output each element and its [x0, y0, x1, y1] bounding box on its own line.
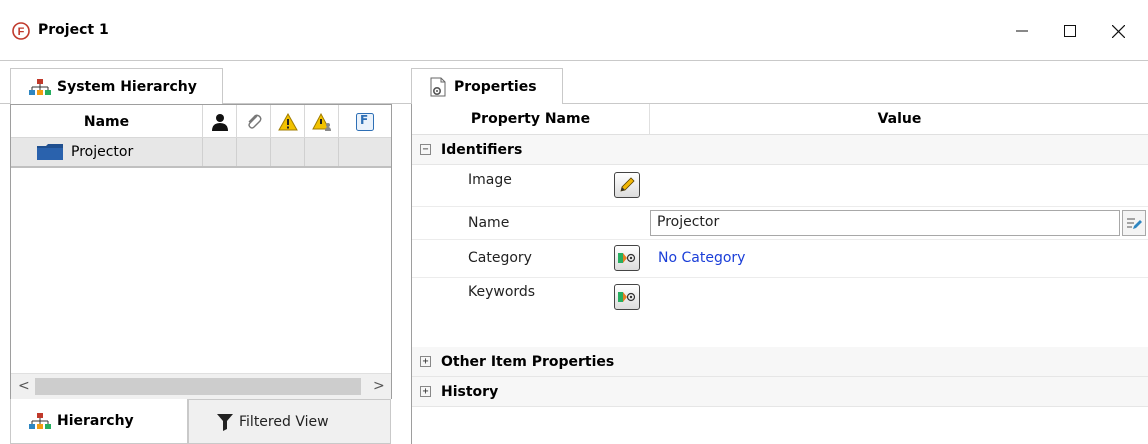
properties-icon — [430, 77, 446, 97]
property-row-category: Category No Category — [412, 240, 1148, 278]
name-edit-button[interactable] — [1122, 210, 1146, 236]
tab-hierarchy[interactable]: Hierarchy — [10, 399, 188, 444]
tab-filtered-view[interactable]: Filtered View — [188, 399, 391, 444]
tab-system-hierarchy[interactable]: System Hierarchy — [10, 68, 223, 105]
table-row[interactable]: Projector — [11, 138, 391, 168]
right-tabstrip: Properties — [398, 61, 1148, 105]
f-icon-letter: F — [360, 113, 369, 127]
column-header-person[interactable] — [203, 105, 237, 138]
maximize-button[interactable] — [1050, 16, 1090, 46]
name-field[interactable]: Projector — [650, 210, 1120, 236]
left-tabstrip: System Hierarchy — [0, 61, 398, 105]
expand-icon[interactable]: + — [420, 356, 431, 367]
filter-icon — [217, 413, 233, 431]
hierarchy-icon — [29, 413, 51, 429]
property-row-image: Image — [412, 165, 1148, 207]
close-button[interactable] — [1098, 16, 1138, 46]
group-history-label: History — [441, 383, 499, 400]
scrollbar-thumb[interactable] — [35, 378, 361, 395]
edit-image-button[interactable] — [614, 172, 640, 198]
column-header-warning[interactable] — [271, 105, 305, 138]
expand-icon[interactable]: + — [420, 386, 431, 397]
category-link[interactable]: No Category — [658, 250, 745, 266]
column-header-property-name[interactable]: Property Name — [412, 104, 650, 135]
tag-selector-icon — [618, 292, 636, 302]
title-bar: F Project 1 — [0, 0, 1148, 61]
property-label-keywords: Keywords — [468, 284, 536, 300]
group-identifiers[interactable]: − Identifiers — [412, 135, 1148, 165]
tab-filtered-view-label: Filtered View — [239, 413, 329, 430]
tab-hierarchy-label: Hierarchy — [57, 413, 134, 429]
properties-grid: Property Name Value − Identifiers Image … — [411, 104, 1148, 444]
tab-properties-label: Properties — [454, 79, 537, 95]
pencil-icon — [620, 177, 635, 192]
group-identifiers-label: Identifiers — [441, 141, 523, 158]
minimize-icon — [1016, 30, 1028, 32]
scroll-right-arrow[interactable]: > — [373, 378, 385, 394]
row-cell — [305, 138, 339, 166]
column-header-value[interactable]: Value — [650, 104, 1148, 135]
tab-system-hierarchy-label: System Hierarchy — [57, 79, 197, 95]
maximize-icon — [1064, 25, 1076, 37]
row-cell — [237, 138, 271, 166]
column-header-attachment[interactable] — [237, 105, 271, 138]
paperclip-icon — [247, 114, 261, 129]
property-label-category: Category — [468, 250, 532, 266]
window-title: Project 1 — [38, 22, 109, 38]
hierarchy-icon — [29, 79, 51, 95]
keywords-select-button[interactable] — [614, 284, 640, 310]
column-header-name[interactable]: Name — [11, 105, 203, 138]
group-other-item-properties[interactable]: + Other Item Properties — [412, 347, 1148, 377]
close-icon — [1111, 24, 1125, 38]
grid-header: Name F — [11, 105, 391, 138]
folder-icon — [37, 144, 63, 160]
bottom-tabs: Hierarchy Filtered View — [10, 399, 392, 444]
collapse-icon[interactable]: − — [420, 144, 431, 155]
minimize-button[interactable] — [1002, 16, 1042, 46]
warning-icon — [277, 112, 298, 130]
hierarchy-grid: Name F Projector < > — [10, 104, 392, 399]
property-label-image: Image — [468, 172, 512, 188]
horizontal-scrollbar[interactable]: < > — [11, 373, 391, 399]
app-logo-icon: F — [12, 22, 30, 40]
svg-text:F: F — [18, 26, 25, 38]
group-other-label: Other Item Properties — [441, 353, 615, 370]
tag-selector-icon — [618, 253, 636, 263]
property-label-name: Name — [468, 215, 510, 231]
tab-properties[interactable]: Properties — [411, 68, 563, 105]
property-row-name: Name Projector — [412, 207, 1148, 240]
row-cell — [271, 138, 305, 166]
column-header-warning-user[interactable] — [305, 105, 339, 138]
person-icon — [211, 113, 228, 131]
column-header-f[interactable]: F — [339, 105, 391, 138]
row-name-label: Projector — [71, 144, 134, 160]
edit-text-icon — [1127, 218, 1142, 229]
warning-user-icon — [311, 112, 331, 131]
category-select-button[interactable] — [614, 245, 640, 271]
scroll-left-arrow[interactable]: < — [18, 378, 30, 394]
property-row-keywords: Keywords — [412, 278, 1148, 348]
group-history[interactable]: + History — [412, 377, 1148, 407]
row-name-cell: Projector — [11, 138, 203, 166]
row-cell — [203, 138, 237, 166]
